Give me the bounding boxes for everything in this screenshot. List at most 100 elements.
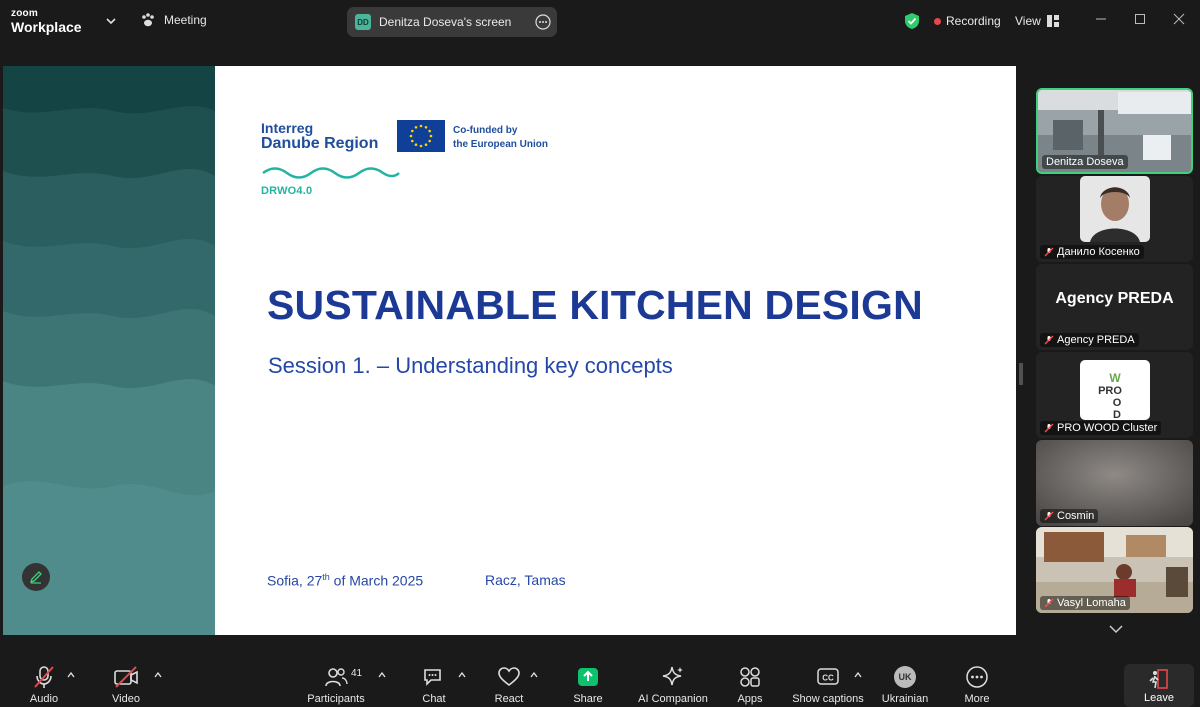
avatar [1080, 176, 1150, 242]
chat-label: Chat [422, 693, 446, 705]
ai-companion-label: AI Companion [638, 693, 708, 705]
apps-button[interactable]: Apps [734, 656, 766, 707]
svg-text:D: D [1113, 409, 1121, 420]
mic-off-icon [1044, 423, 1054, 433]
paw-icon [142, 13, 154, 27]
leave-button[interactable]: Leave [1124, 664, 1194, 707]
participant-name: Agency PREDA [1040, 333, 1139, 347]
squiggle-decoration [262, 167, 400, 179]
participant-tile[interactable]: Denitza Doseva [1036, 88, 1193, 174]
leave-icon [1149, 669, 1168, 689]
view-button[interactable]: View [1015, 14, 1059, 28]
slide-date: Sofia, 27th of March 2025 [267, 572, 423, 589]
zoom-window: zoom Workplace Meeting DD Denitza Doseva… [0, 0, 1200, 707]
participant-name: Данило Косенко [1040, 245, 1144, 259]
more-icon[interactable] [535, 14, 551, 30]
participant-name: Vasyl Lomaha [1040, 596, 1130, 610]
chevron-up-icon[interactable] [66, 671, 76, 679]
zoom-logo[interactable]: zoom Workplace [11, 8, 82, 35]
date-sup: th [322, 572, 330, 582]
participants-button[interactable]: Participants [306, 656, 366, 707]
date-suffix: of March 2025 [329, 572, 424, 589]
meeting-toolbar: Audio Video Participants 41 Chat React S… [0, 656, 1200, 707]
participant-tile[interactable]: W PRO O D PRO WOOD Cluster [1036, 352, 1193, 438]
participant-tile[interactable]: Cosmin [1036, 440, 1193, 526]
participant-name: Denitza Doseva [1042, 155, 1128, 169]
interreg-logo: Interreg Danube Region [261, 121, 378, 152]
language-badge: UK [894, 666, 916, 688]
ellipsis-icon [966, 666, 988, 688]
eu-flag-icon [397, 120, 445, 152]
maximize-icon[interactable] [1133, 12, 1147, 26]
audio-label: Audio [29, 693, 59, 705]
mic-off-icon [1044, 335, 1054, 345]
logo-line2: Danube Region [261, 134, 379, 152]
minimize-icon[interactable] [1094, 12, 1108, 26]
language-label: Ukrainian [881, 693, 929, 705]
slide-subtitle: Session 1. – Understanding key concepts [268, 353, 673, 378]
language-button[interactable]: UK Ukrainian [879, 656, 931, 707]
video-off-icon [114, 666, 138, 688]
mic-off-icon [1044, 511, 1054, 521]
brand-line2: Workplace [11, 19, 82, 35]
cofunded-line1: Co-funded by [453, 125, 518, 136]
react-button[interactable]: React [493, 656, 525, 707]
panel-resize-handle[interactable] [1019, 363, 1023, 385]
chevron-up-icon[interactable] [377, 671, 387, 679]
screen-share-indicator[interactable]: DD Denitza Doseva's screen [347, 7, 557, 37]
participant-tile[interactable]: Agency PREDA Agency PREDA [1036, 264, 1193, 350]
cofunded-line2: the European Union [453, 138, 548, 150]
prowood-logo: W PRO O D [1080, 360, 1150, 420]
more-button[interactable]: More [961, 656, 993, 707]
svg-text:W: W [1109, 371, 1121, 385]
chat-icon [424, 669, 441, 686]
heart-icon [498, 667, 520, 687]
pen-icon [29, 571, 42, 584]
chevron-down-icon[interactable] [104, 14, 118, 28]
leave-label: Leave [1144, 692, 1174, 704]
svg-text:O: O [1113, 397, 1122, 409]
brand-line1: zoom [11, 8, 38, 19]
view-label: View [1015, 14, 1041, 28]
participant-name: PRO WOOD Cluster [1040, 421, 1162, 435]
captions-label: Show captions [792, 693, 864, 705]
chevron-up-icon[interactable] [153, 671, 163, 679]
annotate-button[interactable] [22, 563, 50, 591]
mic-off-icon [34, 666, 54, 688]
grid-icon [1046, 15, 1059, 27]
captions-icon: CC [817, 668, 839, 685]
slide-author: Racz, Tamas [485, 572, 566, 588]
apps-icon [740, 667, 760, 687]
ai-companion-button[interactable]: AI Companion [636, 656, 710, 707]
audio-button[interactable]: Audio [28, 656, 60, 707]
logo-line1: Interreg [261, 120, 314, 136]
share-button[interactable]: Share [572, 656, 604, 707]
screen-share-label: Denitza Doseva's screen [379, 15, 512, 29]
recording-indicator[interactable]: Recording [934, 14, 1001, 28]
slide-title: SUSTAINABLE KITCHEN DESIGN [267, 282, 923, 328]
chevron-up-icon[interactable] [853, 671, 863, 679]
svg-text:CC: CC [822, 674, 834, 683]
chevron-up-icon[interactable] [457, 671, 467, 679]
meeting-tab[interactable]: Meeting [140, 12, 207, 28]
react-label: React [494, 693, 524, 705]
share-label: Share [573, 693, 603, 705]
chat-button[interactable]: Chat [418, 656, 450, 707]
close-icon[interactable] [1172, 12, 1186, 26]
sharer-avatar: DD [355, 14, 371, 30]
participant-display-name: Agency PREDA [1055, 290, 1174, 307]
video-button[interactable]: Video [110, 656, 142, 707]
mic-off-icon [1044, 247, 1054, 257]
participants-count: 41 [351, 668, 363, 679]
shield-check-icon[interactable] [904, 12, 920, 30]
participant-tile[interactable]: Данило Косенко [1036, 176, 1193, 262]
chevron-up-icon[interactable] [529, 671, 539, 679]
shared-screen-slide: Interreg Danube Region Co-funded by the … [3, 66, 1016, 635]
participant-tile[interactable]: Vasyl Lomaha [1036, 527, 1193, 613]
meeting-label: Meeting [164, 13, 207, 27]
recording-label: Recording [946, 14, 1001, 28]
captions-button[interactable]: CC Show captions [792, 656, 864, 707]
video-label: Video [112, 693, 140, 705]
recording-dot [934, 17, 941, 25]
chevron-down-icon[interactable] [1106, 622, 1126, 636]
